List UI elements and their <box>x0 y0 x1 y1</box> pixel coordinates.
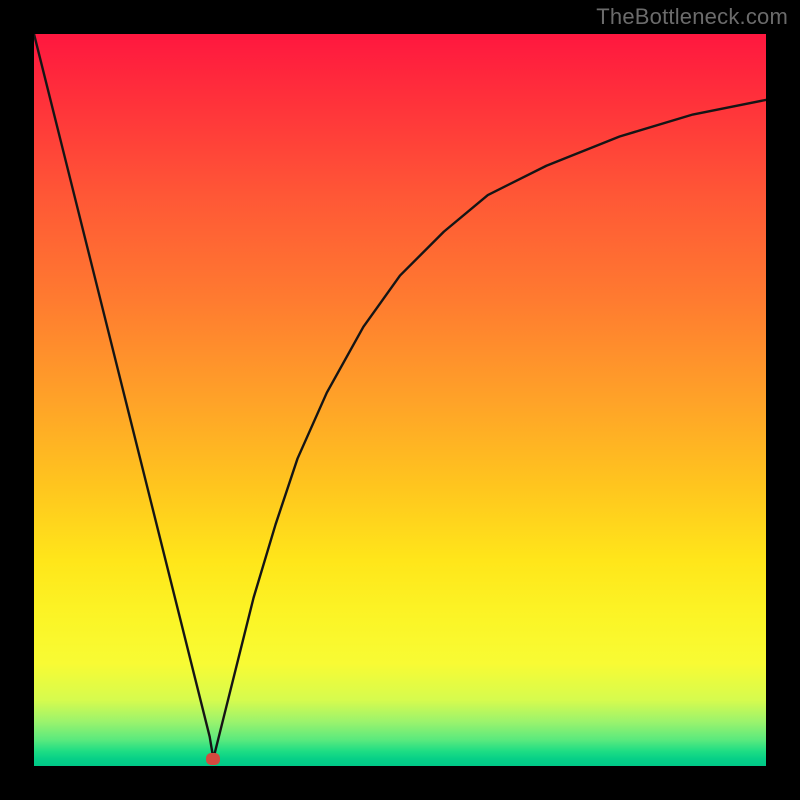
watermark-text: TheBottleneck.com <box>596 4 788 30</box>
plot-area <box>34 34 766 766</box>
optimal-point-marker <box>206 753 220 765</box>
chart-frame: TheBottleneck.com <box>0 0 800 800</box>
bottleneck-curve <box>34 34 766 766</box>
